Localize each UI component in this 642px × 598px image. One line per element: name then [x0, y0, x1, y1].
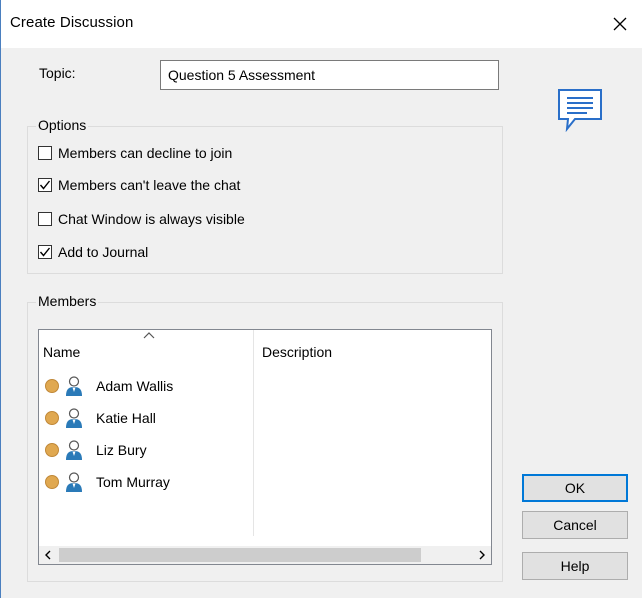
options-group: Options Members can decline to join Memb…: [27, 117, 503, 274]
column-header-description[interactable]: Description: [253, 330, 491, 536]
cancel-button[interactable]: Cancel: [522, 511, 628, 539]
chevron-right-icon: [479, 550, 485, 560]
options-legend: Options: [36, 117, 89, 133]
always-visible-label: Chat Window is always visible: [58, 211, 245, 227]
member-name: Adam Wallis: [96, 378, 174, 394]
list-item[interactable]: Adam Wallis: [45, 370, 173, 402]
checkbox-box[interactable]: [38, 245, 52, 259]
close-icon: [613, 17, 627, 31]
name-column-label: Name: [43, 344, 81, 360]
checkmark-icon: [39, 247, 51, 257]
user-icon: [66, 472, 82, 492]
scroll-thumb[interactable]: [59, 548, 421, 562]
scroll-right-button[interactable]: [473, 546, 491, 564]
user-icon: [66, 440, 82, 460]
chat-bubble-icon: [558, 89, 602, 132]
list-item[interactable]: Katie Hall: [45, 402, 156, 434]
horizontal-scrollbar[interactable]: [39, 546, 491, 564]
checkbox-box[interactable]: [38, 178, 52, 192]
add-to-journal-label: Add to Journal: [58, 244, 149, 260]
checkmark-icon: [39, 180, 51, 190]
checkbox-box[interactable]: [38, 146, 52, 160]
chevron-left-icon: [45, 550, 51, 560]
members-list[interactable]: Name Description Adam Wallis Katie Hall …: [38, 329, 492, 565]
members-group: Members Name Description Adam Wallis Kat…: [27, 293, 503, 582]
column-header-name[interactable]: Name: [39, 330, 253, 370]
member-name: Katie Hall: [96, 410, 156, 426]
user-icon: [66, 376, 82, 396]
sort-ascending-icon: [143, 332, 155, 339]
create-discussion-dialog: Create Discussion Topic: Options Members…: [0, 0, 642, 598]
help-button[interactable]: Help: [522, 552, 628, 580]
members-legend: Members: [36, 293, 99, 309]
decline-to-join-checkbox[interactable]: Members can decline to join: [38, 145, 232, 161]
add-to-journal-checkbox[interactable]: Add to Journal: [38, 244, 148, 260]
checkbox-box[interactable]: [38, 212, 52, 226]
title-bar: Create Discussion: [1, 0, 642, 48]
topic-input[interactable]: [160, 60, 499, 90]
status-away-icon: [45, 379, 59, 393]
list-item[interactable]: Liz Bury: [45, 434, 147, 466]
status-away-icon: [45, 411, 59, 425]
topic-label: Topic:: [39, 65, 76, 81]
status-away-icon: [45, 475, 59, 489]
ok-button[interactable]: OK: [522, 474, 628, 502]
cant-leave-chat-checkbox[interactable]: Members can't leave the chat: [38, 177, 240, 193]
member-name: Tom Murray: [96, 474, 170, 490]
cant-leave-chat-label: Members can't leave the chat: [58, 177, 241, 193]
scroll-left-button[interactable]: [39, 546, 57, 564]
list-item[interactable]: Tom Murray: [45, 466, 170, 498]
close-button[interactable]: [597, 0, 642, 48]
status-away-icon: [45, 443, 59, 457]
always-visible-checkbox[interactable]: Chat Window is always visible: [38, 211, 245, 227]
window-title: Create Discussion: [10, 14, 134, 31]
decline-to-join-label: Members can decline to join: [58, 145, 233, 161]
user-icon: [66, 408, 82, 428]
description-column-label: Description: [262, 344, 333, 360]
member-name: Liz Bury: [96, 442, 147, 458]
